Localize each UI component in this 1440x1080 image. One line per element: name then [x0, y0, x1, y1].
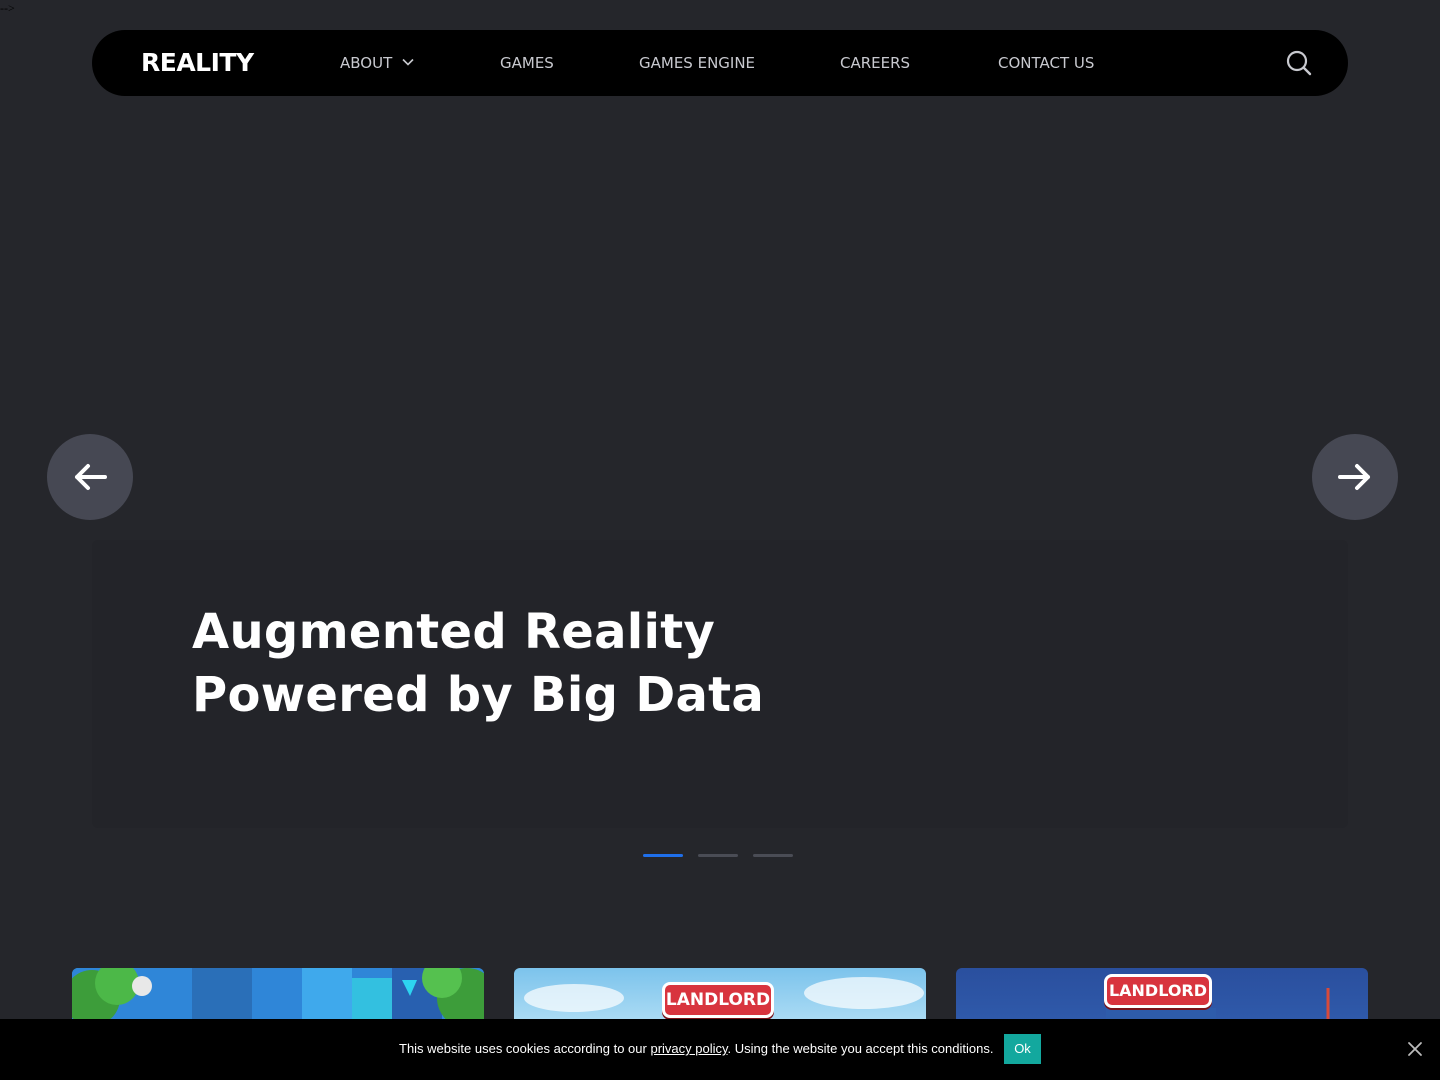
search-icon[interactable]	[1286, 50, 1312, 76]
nav-item-contact-us[interactable]: CONTACT US	[998, 52, 1094, 74]
nav-item-games[interactable]: GAMES	[500, 52, 554, 74]
arrow-left-icon	[75, 464, 107, 490]
cookie-consent-bar: This website uses cookies according to o…	[0, 1019, 1440, 1080]
privacy-policy-link[interactable]: privacy policy	[650, 1041, 727, 1056]
stray-comment-text: -->	[0, 1, 15, 15]
nav-item-careers[interactable]: CAREERS	[840, 52, 910, 74]
cookie-ok-button[interactable]: Ok	[1004, 1034, 1041, 1064]
chevron-down-icon	[402, 58, 414, 66]
carousel-prev-button[interactable]	[47, 434, 133, 520]
cookie-message: This website uses cookies according to o…	[399, 1040, 993, 1058]
nav-item-about[interactable]: ABOUT	[340, 52, 414, 74]
nav-item-about-label: ABOUT	[340, 54, 393, 72]
top-navbar: REALITY ABOUT GAMES GAMES ENGINE CAREERS…	[92, 30, 1348, 96]
carousel-dot-2[interactable]	[698, 854, 738, 857]
arrow-right-icon	[1338, 464, 1370, 490]
cookie-text-before: This website uses cookies according to o…	[399, 1041, 651, 1056]
hero-title: Augmented Reality Powered by Big Data	[192, 601, 892, 727]
game-card-3-logo: LANDLORD	[1104, 974, 1212, 1008]
game-card-2-logo: LANDLORD	[662, 982, 774, 1018]
carousel-next-button[interactable]	[1312, 434, 1398, 520]
carousel-dot-3[interactable]	[753, 854, 793, 857]
hero-title-line-2: Powered by Big Data	[192, 667, 765, 723]
site-logo[interactable]: REALITY	[141, 46, 254, 80]
hero-title-line-1: Augmented Reality	[192, 604, 716, 660]
cookie-text-after: . Using the website you accept this cond…	[727, 1041, 994, 1056]
carousel-dot-1[interactable]	[643, 854, 683, 857]
close-icon[interactable]	[1407, 1041, 1423, 1057]
nav-item-games-engine[interactable]: GAMES ENGINE	[639, 52, 755, 74]
